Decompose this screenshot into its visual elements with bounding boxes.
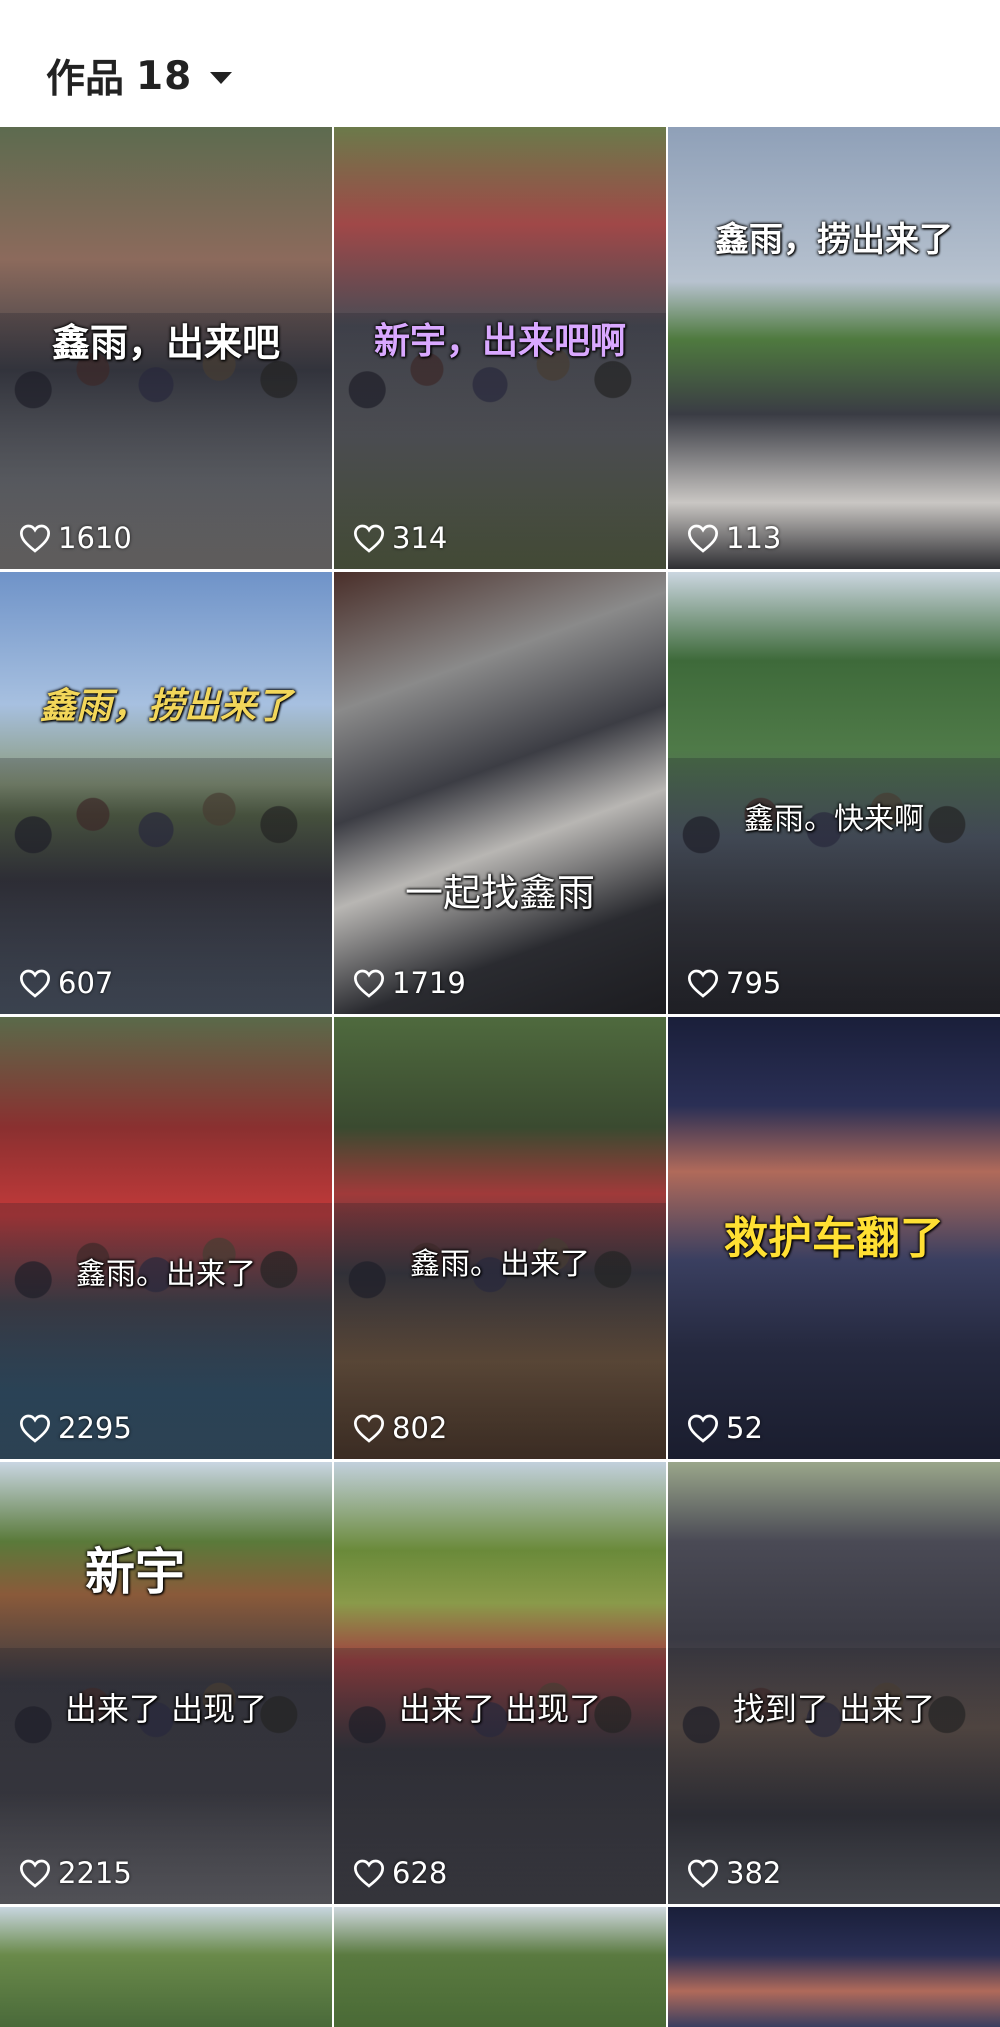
heart-outline-icon bbox=[19, 1859, 51, 1888]
heart-outline-icon bbox=[687, 524, 719, 553]
video-tile[interactable] bbox=[0, 1907, 332, 2027]
video-tile[interactable]: 鑫雨，出来吧 1610 bbox=[0, 127, 332, 569]
like-count-value: 382 bbox=[726, 1856, 782, 1890]
like-count-value: 52 bbox=[726, 1411, 763, 1445]
video-tile[interactable]: 鑫雨，捞出来了 113 bbox=[668, 127, 1000, 569]
like-count-value: 795 bbox=[726, 966, 782, 1000]
video-tile[interactable]: 新宇 出来了 出现了 2215 bbox=[0, 1462, 332, 1904]
like-count-value: 2215 bbox=[58, 1856, 132, 1890]
video-tile[interactable] bbox=[668, 1907, 1000, 2027]
heart-outline-icon bbox=[687, 1414, 719, 1443]
like-count: 113 bbox=[686, 521, 781, 555]
video-thumbnail bbox=[668, 127, 1000, 569]
video-tile[interactable]: 新宇，出来吧啊 314 bbox=[334, 127, 666, 569]
like-count: 1719 bbox=[352, 966, 466, 1000]
video-caption: 鑫雨，捞出来了 bbox=[715, 220, 953, 260]
video-thumbnail bbox=[0, 1907, 332, 2027]
like-count-value: 607 bbox=[58, 966, 114, 1000]
like-count: 795 bbox=[686, 966, 781, 1000]
heart-outline-icon bbox=[353, 969, 385, 998]
heart-outline-icon bbox=[353, 524, 385, 553]
works-count-dropdown[interactable]: 作品 18 bbox=[46, 48, 233, 104]
heart-outline-icon bbox=[687, 969, 719, 998]
video-tile[interactable]: 找到了 出来了 382 bbox=[668, 1462, 1000, 1904]
video-thumbnail bbox=[334, 1907, 666, 2027]
video-tile[interactable]: 救护车翻了 52 bbox=[668, 1017, 1000, 1459]
like-count: 314 bbox=[352, 521, 447, 555]
works-label: 作品 bbox=[46, 57, 125, 102]
like-count: 2295 bbox=[18, 1411, 132, 1445]
video-tile[interactable]: 鑫雨。出来了 2295 bbox=[0, 1017, 332, 1459]
like-count-value: 113 bbox=[726, 521, 782, 555]
video-thumbnail bbox=[668, 1907, 1000, 2027]
video-caption: 救护车翻了 bbox=[724, 1213, 944, 1264]
video-caption: 一起找鑫雨 bbox=[404, 871, 595, 915]
like-count-value: 2295 bbox=[58, 1411, 132, 1445]
video-caption: 鑫雨，出来吧 bbox=[51, 321, 280, 365]
heart-outline-icon bbox=[19, 969, 51, 998]
video-tile[interactable]: 出来了 出现了 628 bbox=[334, 1462, 666, 1904]
like-count: 607 bbox=[18, 966, 113, 1000]
caret-down-icon bbox=[210, 72, 233, 84]
like-count-value: 1719 bbox=[392, 966, 466, 1000]
like-count: 802 bbox=[352, 1411, 447, 1445]
video-thumbnail bbox=[334, 572, 666, 1014]
video-grid: 鑫雨，出来吧 1610 新宇，出来吧啊 314 鑫雨，捞出来了 113 鑫雨，捞… bbox=[0, 127, 1000, 2027]
like-count: 2215 bbox=[18, 1856, 132, 1890]
video-caption: 出来了 出现了 bbox=[64, 1690, 268, 1728]
video-caption: 鑫雨。出来了 bbox=[410, 1247, 590, 1282]
video-caption: 新宇，出来吧啊 bbox=[373, 321, 626, 362]
video-caption: 出来了 出现了 bbox=[398, 1690, 602, 1728]
like-count-value: 802 bbox=[392, 1411, 448, 1445]
video-tile[interactable]: 一起找鑫雨 1719 bbox=[334, 572, 666, 1014]
video-tile[interactable]: 鑫雨，捞出来了 607 bbox=[0, 572, 332, 1014]
video-tile[interactable] bbox=[334, 1907, 666, 2027]
video-caption: 鑫雨，捞出来了 bbox=[39, 686, 292, 727]
like-count-value: 628 bbox=[392, 1856, 448, 1890]
video-caption-large: 新宇 bbox=[85, 1543, 185, 1601]
like-count: 1610 bbox=[18, 521, 132, 555]
heart-outline-icon bbox=[19, 1414, 51, 1443]
video-tile[interactable]: 鑫雨。出来了 802 bbox=[334, 1017, 666, 1459]
video-caption: 鑫雨。快来啊 bbox=[744, 802, 924, 837]
like-count: 382 bbox=[686, 1856, 781, 1890]
like-count: 52 bbox=[686, 1411, 763, 1445]
heart-outline-icon bbox=[19, 524, 51, 553]
works-header: 作品 18 bbox=[0, 0, 1000, 127]
works-count: 18 bbox=[136, 53, 193, 99]
video-tile[interactable]: 鑫雨。快来啊 795 bbox=[668, 572, 1000, 1014]
like-count-value: 314 bbox=[392, 521, 448, 555]
heart-outline-icon bbox=[353, 1414, 385, 1443]
heart-outline-icon bbox=[353, 1859, 385, 1888]
like-count-value: 1610 bbox=[58, 521, 132, 555]
heart-outline-icon bbox=[687, 1859, 719, 1888]
like-count: 628 bbox=[352, 1856, 447, 1890]
video-caption: 找到了 出来了 bbox=[732, 1690, 936, 1728]
video-caption: 鑫雨。出来了 bbox=[76, 1257, 256, 1292]
